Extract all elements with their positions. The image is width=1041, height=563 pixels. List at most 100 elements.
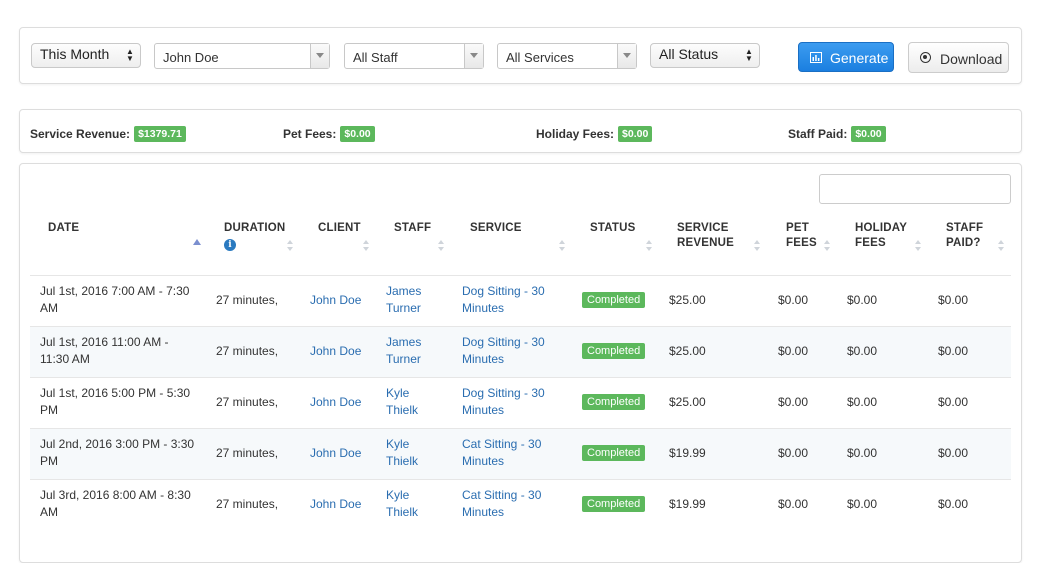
chevron-down-icon[interactable]	[310, 44, 329, 68]
info-icon[interactable]: i	[224, 239, 236, 251]
sort-icon[interactable]	[363, 240, 370, 252]
col-header-label: FEES	[786, 237, 817, 249]
download-button[interactable]: Download	[908, 42, 1009, 73]
cell-revenue: $25.00	[669, 344, 706, 358]
date-line: PM	[40, 454, 58, 468]
client-combobox[interactable]: John Doe	[154, 43, 330, 69]
service-link[interactable]: Cat Sitting - 30 Minutes	[462, 487, 541, 521]
col-header-label: CLIENT	[318, 222, 361, 234]
service-link[interactable]: Dog Sitting - 30 Minutes	[462, 385, 545, 419]
totals-panel: Service Revenue: $1379.71 Pet Fees: $0.00 …	[19, 109, 1022, 153]
service-line: Minutes	[462, 505, 505, 519]
col-header-label: STAFF	[946, 222, 984, 234]
col-header-label: REVENUE	[677, 237, 734, 249]
cell-duration: 27 minutes,	[216, 293, 279, 307]
cell-staff-paid: $0.00	[938, 344, 969, 358]
staff-combobox[interactable]: All Staff	[344, 43, 484, 69]
col-header-date[interactable]: DATE	[48, 221, 79, 236]
cell-holiday-fees: $0.00	[847, 395, 878, 409]
cell-duration: 27 minutes,	[216, 395, 279, 409]
chevron-down-icon[interactable]	[617, 44, 636, 68]
col-header-holiday-fees[interactable]: HOLIDAY FEES	[855, 221, 907, 251]
client-link[interactable]: John Doe	[310, 394, 361, 411]
client-link[interactable]: John Doe	[310, 445, 361, 462]
status-badge: Completed	[582, 445, 646, 461]
sort-icon[interactable]	[998, 240, 1005, 252]
chevron-down-icon[interactable]	[464, 44, 483, 68]
col-header-service[interactable]: SERVICE	[470, 221, 522, 236]
col-header-duration[interactable]: DURATION	[224, 221, 285, 236]
services-combobox-value: All Services	[506, 50, 574, 65]
total-badge: $0.00	[851, 126, 886, 142]
total-holiday-fees: Holiday Fees: $0.00	[536, 126, 653, 142]
col-header-pet-fees[interactable]: PET FEES	[786, 221, 817, 251]
total-badge: $1379.71	[134, 126, 186, 142]
service-line: Dog Sitting - 30	[462, 335, 545, 349]
cell-holiday-fees: $0.00	[847, 446, 878, 460]
sort-icon[interactable]	[438, 240, 445, 252]
sort-icon[interactable]	[754, 240, 761, 252]
cell-staff-paid: $0.00	[938, 446, 969, 460]
total-badge: $0.00	[340, 126, 375, 142]
staff-link[interactable]: James Turner	[386, 334, 421, 368]
service-line: Minutes	[462, 352, 505, 366]
col-header-service-revenue[interactable]: SERVICE REVENUE	[677, 221, 734, 251]
service-link[interactable]: Dog Sitting - 30 Minutes	[462, 283, 545, 317]
cell-revenue: $25.00	[669, 293, 706, 307]
status-select[interactable]: All Status ▲ ▼	[650, 43, 760, 68]
service-link[interactable]: Cat Sitting - 30 Minutes	[462, 436, 541, 470]
col-header-label: DURATION	[224, 222, 286, 234]
client-link[interactable]: John Doe	[310, 496, 361, 513]
period-select[interactable]: This Month ▲ ▼	[31, 43, 141, 68]
date-line: Jul 1st, 2016 11:00 AM -	[40, 335, 169, 349]
generate-button[interactable]: Generate	[798, 42, 894, 72]
cell-holiday-fees: $0.00	[847, 497, 878, 511]
staff-link[interactable]: Kyle Thielk	[386, 436, 418, 470]
staff-link[interactable]: Kyle Thielk	[386, 385, 418, 419]
sort-icon[interactable]	[646, 240, 653, 252]
client-link[interactable]: John Doe	[310, 343, 361, 360]
cell-date: Jul 2nd, 2016 3:00 PM - 3:30 PM	[40, 436, 210, 470]
status-select-value: All Status	[659, 46, 719, 62]
staff-line: Thielk	[386, 403, 419, 417]
date-line: Jul 1st, 2016 7:00 AM - 7:30	[40, 284, 190, 298]
date-line: PM	[40, 403, 58, 417]
staff-line: Turner	[386, 352, 421, 366]
date-line: Jul 1st, 2016 5:00 PM - 5:30	[40, 386, 191, 400]
staff-combobox-value: All Staff	[353, 50, 398, 65]
col-header-client[interactable]: CLIENT	[318, 221, 361, 236]
cell-pet-fees: $0.00	[778, 344, 809, 358]
sort-icon[interactable]	[915, 240, 922, 252]
generate-button-label: Generate	[830, 50, 889, 66]
sort-icon[interactable]	[287, 240, 294, 252]
download-button-label: Download	[940, 51, 1003, 67]
staff-link[interactable]: James Turner	[386, 283, 421, 317]
table-row: Jul 2nd, 2016 3:00 PM - 3:30 PM 27 minut…	[30, 428, 1011, 479]
staff-link[interactable]: Kyle Thielk	[386, 487, 418, 521]
total-service-revenue: Service Revenue: $1379.71	[30, 126, 186, 142]
client-link[interactable]: John Doe	[310, 292, 361, 309]
date-line: AM	[40, 505, 58, 519]
cell-pet-fees: $0.00	[778, 293, 809, 307]
service-link[interactable]: Dog Sitting - 30 Minutes	[462, 334, 545, 368]
cell-duration: 27 minutes,	[216, 497, 279, 511]
col-header-label: PAID?	[946, 237, 981, 249]
report-table-panel: DATE DURATION i CLIENT STAFF SERVICE STA…	[19, 163, 1022, 563]
cell-date: Jul 1st, 2016 11:00 AM - 11:30 AM	[40, 334, 210, 368]
date-line: Jul 2nd, 2016 3:00 PM - 3:30	[40, 437, 195, 451]
col-header-staff[interactable]: STAFF	[394, 221, 431, 236]
search-input[interactable]	[819, 174, 1011, 204]
date-line: AM	[40, 301, 58, 315]
service-line: Minutes	[462, 403, 505, 417]
col-header-status[interactable]: STATUS	[590, 221, 636, 236]
col-header-staff-paid[interactable]: STAFF PAID?	[946, 221, 983, 251]
services-combobox[interactable]: All Services	[497, 43, 637, 69]
cell-pet-fees: $0.00	[778, 446, 809, 460]
sort-icon[interactable]	[559, 240, 566, 252]
bar-chart-icon	[810, 52, 822, 63]
status-badge: Completed	[582, 343, 646, 359]
sort-asc-icon[interactable]	[193, 239, 201, 245]
sort-icon[interactable]	[824, 240, 831, 252]
select-arrows-icon: ▲ ▼	[126, 47, 134, 63]
cell-holiday-fees: $0.00	[847, 344, 878, 358]
